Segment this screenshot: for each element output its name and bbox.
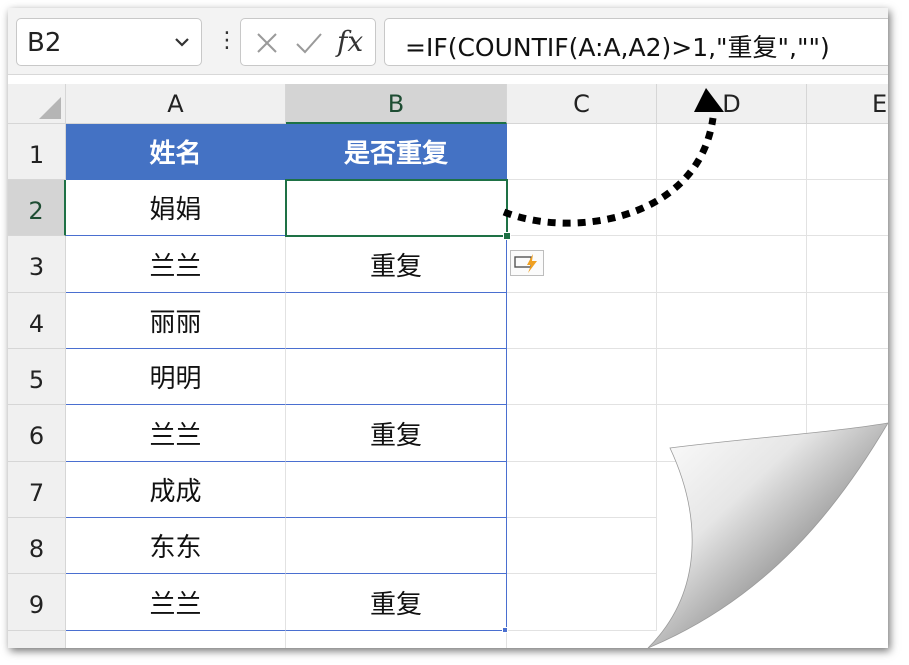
spreadsheet-window: B2 ⋮ fx =IF(COUNTIF(A:A,A2)>1,"重复","") A… [8,8,888,648]
page-curl [647,422,888,648]
